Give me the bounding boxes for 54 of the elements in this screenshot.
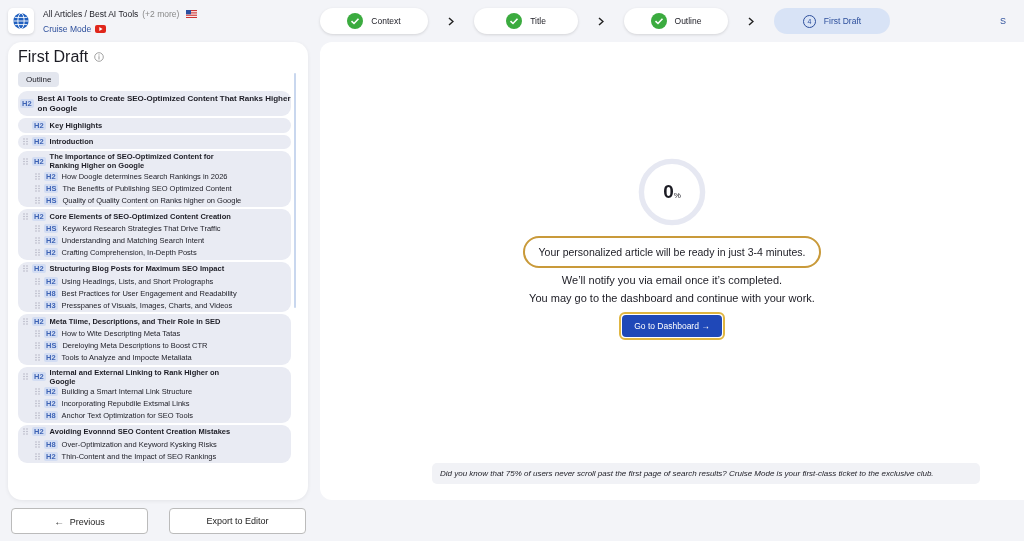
tip-text: Did you know that 75% of users never scroll past the first page of search results? Cruise Mode is your first-class ticket to the exclusive club. — [432, 463, 980, 484]
drag-handle-icon[interactable] — [23, 138, 28, 146]
drag-handle-icon[interactable] — [23, 265, 28, 273]
drag-handle-icon[interactable] — [23, 373, 28, 380]
drag-handle-icon[interactable] — [35, 237, 40, 244]
drag-handle-icon[interactable] — [35, 289, 40, 297]
drag-handle-icon[interactable] — [35, 452, 40, 460]
scrollbar-thumb[interactable] — [294, 73, 296, 308]
globe-logo-icon[interactable] — [8, 8, 34, 34]
video-play-icon — [95, 24, 107, 33]
export-button[interactable]: Export to Editor — [169, 508, 306, 534]
drag-handle-icon[interactable] — [35, 249, 40, 256]
cruise-mode-link[interactable]: Cruise Mode — [43, 23, 92, 34]
progress-value: 0% — [662, 180, 682, 204]
drag-handle-icon[interactable] — [35, 172, 40, 180]
step-pill[interactable]: Title — [474, 8, 578, 34]
drag-handle-icon[interactable] — [35, 412, 40, 419]
notice-text: We’ll notify you via email once it’s completed. — [561, 274, 783, 286]
panel-title: First Draft — [18, 48, 89, 66]
chevron-right-icon — [448, 16, 454, 26]
flag-icon — [186, 9, 198, 18]
step-pill[interactable]: Context — [320, 8, 428, 34]
more-count: (+2 more) — [142, 8, 180, 19]
article-title: Best AI Tools to Create SEO-Optimized Content That Ranks Higher on Google — [37, 94, 291, 113]
check-icon — [347, 13, 364, 29]
step-label[interactable]: S — [1000, 16, 1006, 26]
breadcrumb[interactable]: All Articles / Best AI Tools — [43, 8, 139, 19]
chevron-right-icon — [598, 16, 604, 26]
outline-tab[interactable]: Outline — [18, 72, 60, 87]
drag-handle-icon[interactable] — [35, 196, 40, 204]
drag-handle-icon[interactable] — [35, 301, 40, 309]
drag-handle-icon[interactable] — [23, 157, 28, 165]
drag-handle-icon[interactable] — [35, 330, 40, 337]
drag-handle-icon[interactable] — [35, 225, 40, 232]
previous-button[interactable]: ← Previous — [11, 508, 148, 534]
drag-handle-icon[interactable] — [35, 184, 40, 192]
info-icon[interactable] — [94, 52, 105, 62]
drag-handle-icon[interactable] — [35, 440, 40, 448]
chevron-right-icon — [748, 16, 754, 26]
drag-handle-icon[interactable] — [35, 400, 40, 407]
check-icon — [650, 13, 667, 29]
ready-notice: Your personalized article will be ready in just 3-4 minutes. — [522, 236, 822, 268]
step-pill[interactable]: Outline — [624, 8, 728, 34]
drag-handle-icon[interactable] — [35, 388, 40, 395]
drag-handle-icon[interactable] — [23, 428, 28, 436]
drag-handle-icon[interactable] — [35, 354, 40, 361]
drag-handle-icon[interactable] — [23, 317, 28, 325]
notice-text: You may go to the dashboard and continue with your work. — [529, 292, 815, 304]
drag-handle-icon[interactable] — [23, 212, 28, 220]
drag-handle-icon[interactable] — [35, 342, 40, 349]
dashboard-button[interactable]: Go to Dashboard → — [622, 315, 722, 337]
check-icon — [506, 13, 523, 29]
arrow-left-icon: ← — [54, 515, 65, 527]
drag-handle-icon[interactable] — [35, 277, 40, 285]
